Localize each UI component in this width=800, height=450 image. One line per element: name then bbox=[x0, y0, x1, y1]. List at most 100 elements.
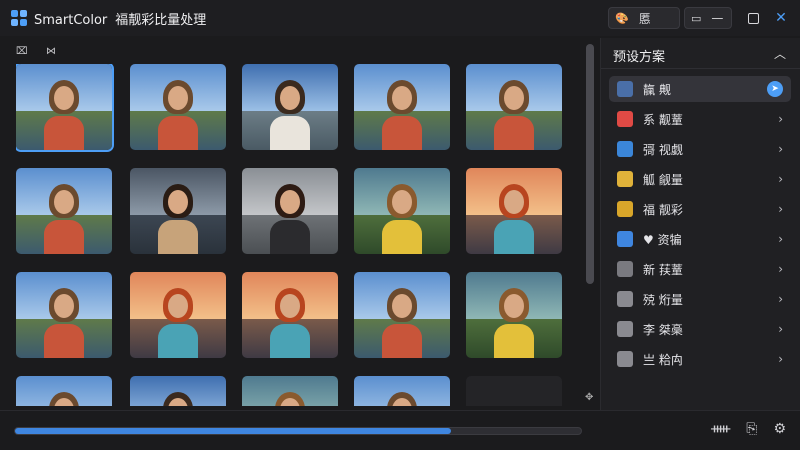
thumb-body bbox=[494, 324, 534, 358]
export-icon[interactable]: ⎘ bbox=[746, 421, 757, 437]
photo-grid bbox=[16, 64, 564, 406]
photo-thumbnail[interactable] bbox=[16, 376, 112, 406]
preset-icon bbox=[617, 291, 633, 307]
photo-thumbnail[interactable] bbox=[466, 376, 562, 406]
preset-item[interactable]: 福 靓彩 › bbox=[609, 196, 791, 222]
photo-thumbnail[interactable] bbox=[466, 64, 562, 150]
grid-toolbar: ⌧ ⋈ bbox=[0, 38, 590, 62]
photo-thumbnail[interactable] bbox=[130, 272, 226, 358]
resize-icon[interactable]: ✥ bbox=[585, 392, 593, 403]
grid-scrollbar[interactable] bbox=[586, 44, 594, 284]
thumb-body bbox=[382, 220, 422, 254]
thumb-head bbox=[392, 294, 412, 318]
chevron-right-icon: › bbox=[778, 352, 783, 366]
photo-thumbnail[interactable] bbox=[130, 64, 226, 150]
photo-thumbnail[interactable] bbox=[354, 376, 450, 406]
preset-label: 靝 觍 bbox=[643, 82, 671, 97]
chevron-right-icon: › bbox=[778, 172, 783, 186]
preset-label: 殑 烆量 bbox=[643, 292, 683, 307]
filter-icon[interactable]: ⋈ bbox=[46, 46, 56, 57]
chevron-right-icon: › bbox=[778, 112, 783, 126]
title-bar: SmartColor 福靓彩比量处理 🎨 慝 ▭ — ✕ bbox=[0, 0, 800, 36]
settings-gear-icon[interactable]: ⚙ bbox=[773, 421, 786, 437]
thumb-body bbox=[44, 324, 84, 358]
levels-icon[interactable]: ᚔ bbox=[711, 421, 730, 437]
preset-icon bbox=[617, 111, 633, 127]
app-subtitle: 福靓彩比量处理 bbox=[115, 13, 207, 28]
photo-thumbnail[interactable] bbox=[242, 168, 338, 254]
thumb-body bbox=[494, 116, 534, 150]
view-mode-label: 慝 bbox=[638, 11, 651, 26]
photo-thumbnail[interactable] bbox=[466, 168, 562, 254]
chevron-right-icon: › bbox=[778, 292, 783, 306]
thumb-head bbox=[168, 190, 188, 214]
photo-thumbnail[interactable] bbox=[130, 168, 226, 254]
maximize-button[interactable] bbox=[744, 7, 762, 29]
app-title: SmartColor 福靓彩比量处理 bbox=[34, 9, 206, 28]
thumb-head bbox=[280, 294, 300, 318]
preset-icon bbox=[617, 231, 633, 247]
progress-bar bbox=[14, 427, 582, 435]
photo-thumbnail[interactable] bbox=[16, 272, 112, 358]
app-name: SmartColor bbox=[34, 13, 108, 28]
photo-thumbnail[interactable] bbox=[354, 64, 450, 150]
preset-item[interactable]: 新 荴蕫 › bbox=[609, 256, 791, 282]
preset-icon bbox=[617, 321, 633, 337]
preset-icon bbox=[617, 141, 633, 157]
thumb-head bbox=[54, 294, 74, 318]
apply-arrow-icon[interactable]: ➤ bbox=[767, 81, 783, 97]
thumb-head bbox=[392, 86, 412, 110]
photo-thumbnail[interactable] bbox=[354, 168, 450, 254]
thumb-head bbox=[280, 86, 300, 110]
preset-label: 福 靓彩 bbox=[643, 202, 683, 217]
thumb-body bbox=[382, 116, 422, 150]
thumb-body bbox=[158, 324, 198, 358]
preset-item[interactable]: 系 觏蕫 › bbox=[609, 106, 791, 132]
chevron-right-icon: › bbox=[778, 202, 783, 216]
preset-label: 亗 粭禸 bbox=[643, 352, 683, 367]
status-bar: ᚔ ⎘ ⚙ bbox=[0, 410, 800, 450]
photo-thumbnail[interactable] bbox=[242, 64, 338, 150]
thumb-head bbox=[168, 86, 188, 110]
photo-thumbnail[interactable] bbox=[16, 64, 114, 152]
photo-thumbnail[interactable] bbox=[242, 272, 338, 358]
thumb-head bbox=[504, 294, 524, 318]
preset-item[interactable]: 彁 视觑 › bbox=[609, 136, 791, 162]
chevron-right-icon: › bbox=[778, 232, 783, 246]
thumb-head bbox=[168, 294, 188, 318]
app-logo-icon bbox=[11, 10, 27, 26]
preset-label: 新 荴蕫 bbox=[643, 262, 683, 277]
preset-item[interactable]: 李 桀槀 › bbox=[609, 316, 791, 342]
preset-icon bbox=[617, 201, 633, 217]
thumb-head bbox=[504, 190, 524, 214]
preset-item[interactable]: 殑 烆量 › bbox=[609, 286, 791, 312]
view-mode-tab[interactable]: 🎨 慝 bbox=[608, 7, 680, 29]
preset-icon bbox=[617, 171, 633, 187]
preset-item[interactable]: ♥ 资犏 › bbox=[609, 226, 791, 252]
photo-thumbnail[interactable] bbox=[354, 272, 450, 358]
close-button[interactable]: ✕ bbox=[772, 7, 790, 29]
thumb-body bbox=[158, 220, 198, 254]
photo-thumbnail[interactable] bbox=[16, 168, 112, 254]
preset-item[interactable]: 靝 觍 ➤ bbox=[609, 76, 791, 102]
preset-label: 李 桀槀 bbox=[643, 322, 683, 337]
photo-thumbnail[interactable] bbox=[242, 376, 338, 406]
palette-icon: 🎨 bbox=[615, 11, 629, 25]
preset-item[interactable]: 觚 觎量 › bbox=[609, 166, 791, 192]
thumb-head bbox=[54, 86, 74, 110]
preset-label: 彁 视觑 bbox=[643, 142, 683, 157]
thumb-head bbox=[504, 86, 524, 110]
monitor-icon: ▭ bbox=[691, 11, 702, 25]
display-toggle[interactable]: ▭ — bbox=[684, 7, 732, 29]
import-icon[interactable]: ⌧ bbox=[16, 46, 28, 57]
divider bbox=[601, 68, 800, 69]
minimize-button[interactable]: — bbox=[711, 11, 723, 25]
chevron-right-icon: › bbox=[778, 322, 783, 336]
preset-item[interactable]: 亗 粭禸 › bbox=[609, 346, 791, 372]
collapse-chevron-icon[interactable]: ︿ bbox=[774, 45, 786, 62]
preset-icon bbox=[617, 261, 633, 277]
photo-thumbnail[interactable] bbox=[466, 272, 562, 358]
thumb-head bbox=[280, 190, 300, 214]
preset-icon bbox=[617, 351, 633, 367]
photo-thumbnail[interactable] bbox=[130, 376, 226, 406]
